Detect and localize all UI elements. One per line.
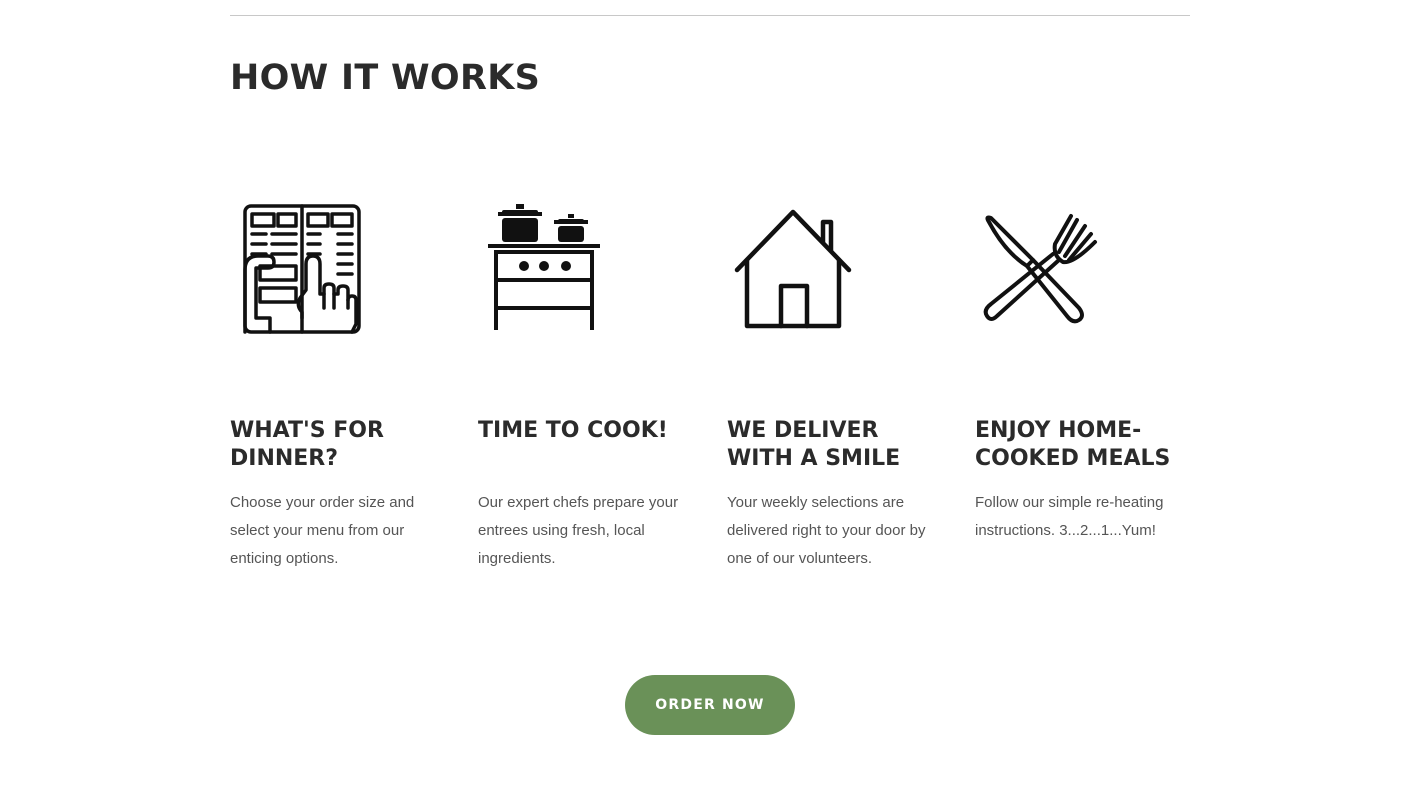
stove-icon [478, 200, 618, 340]
step-title: WHAT'S FOR DINNER? [230, 418, 384, 471]
section-title: HOW IT WORKS [230, 58, 541, 98]
knife-fork-icon [975, 200, 1115, 340]
step-description: Follow our simple re-heating instruction… [975, 494, 1164, 539]
menu-selection-icon [230, 200, 370, 340]
house-icon [727, 200, 867, 340]
order-now-button[interactable]: ORDER NOW [625, 675, 795, 735]
steps-row: WHAT'S FOR DINNER? Choose your order siz… [230, 200, 1190, 600]
top-divider [230, 15, 1190, 16]
step-description: Your weekly selections are delivered rig… [727, 494, 926, 567]
step-title: TIME TO COOK! [478, 418, 668, 443]
step-title: ENJOY HOME-COOKED MEALS [975, 418, 1171, 471]
step-title: WE DELIVER WITH A SMILE [727, 418, 901, 471]
how-it-works-page: HOW IT WORKS WHAT'S FOR DINNER? Choose y… [0, 0, 1423, 796]
step-description: Our expert chefs prepare your entrees us… [478, 494, 679, 567]
step-description: Choose your order size and select your m… [230, 494, 415, 567]
